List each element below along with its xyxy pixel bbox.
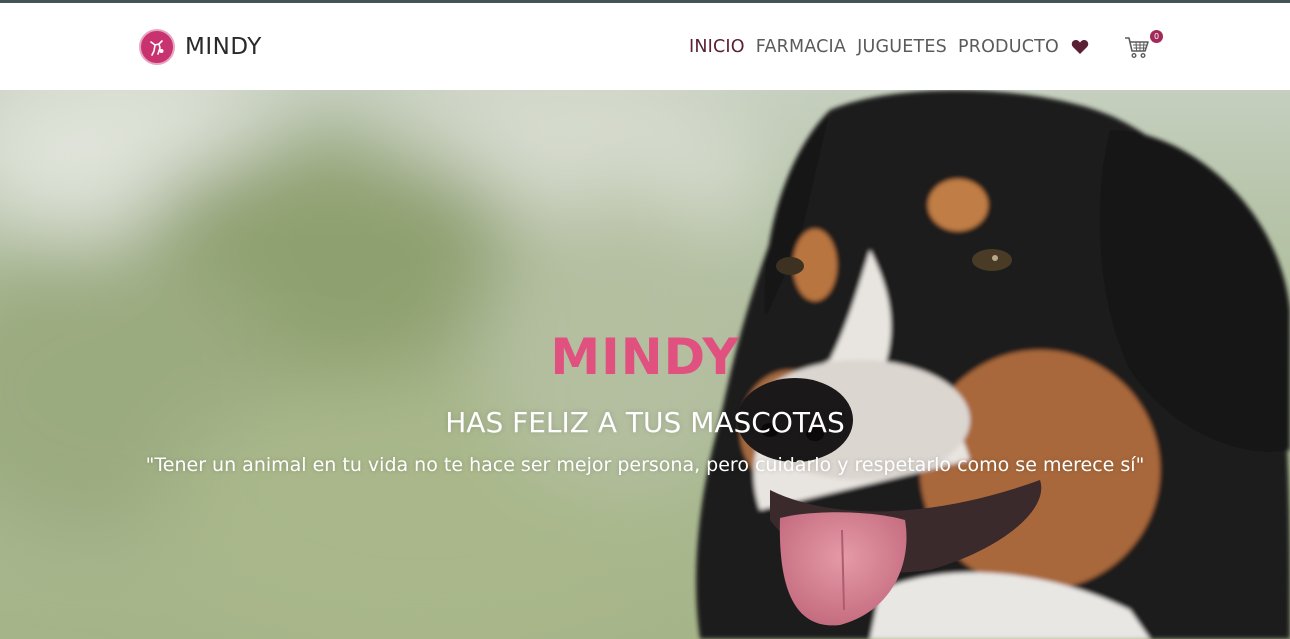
brand-link[interactable]: MINDY [139, 29, 262, 65]
heart-icon[interactable] [1071, 39, 1089, 55]
pet-logo-icon [139, 29, 175, 65]
hero-subtitle: HAS FELIZ A TUS MASCOTAS [445, 406, 845, 439]
nav-link-farmacia[interactable]: FARMACIA [756, 37, 846, 57]
cart-count-badge: 0 [1150, 30, 1163, 43]
navbar: MINDY INICIO FARMACIA JUGUETES PRODUCTO … [0, 3, 1290, 90]
brand-name: MINDY [185, 34, 262, 60]
nav-menu: INICIO FARMACIA JUGUETES PRODUCTO [689, 34, 1089, 60]
hero-quote: "Tener un animal en tu vida no te hace s… [145, 454, 1145, 476]
hero-content: MINDY HAS FELIZ A TUS MASCOTAS "Tener un… [0, 90, 1290, 639]
nav-link-inicio[interactable]: INICIO [689, 37, 745, 57]
hero-title: MINDY [550, 328, 740, 386]
nav-link-producto[interactable]: PRODUCTO [958, 37, 1059, 57]
nav-link-juguetes[interactable]: JUGUETES [857, 37, 947, 57]
hero-banner: MINDY HAS FELIZ A TUS MASCOTAS "Tener un… [0, 90, 1290, 639]
shopping-cart-icon[interactable] [1124, 36, 1150, 60]
